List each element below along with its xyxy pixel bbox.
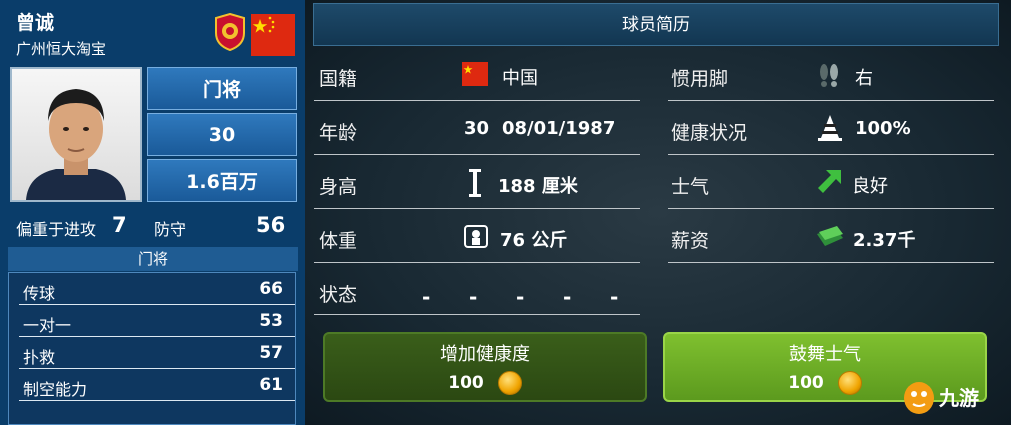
foot-label: 惯用脚 [671,68,729,90]
attack-defense-row: 偏重于进攻 7 防守 56 [8,206,298,244]
height-icon [469,169,481,197]
position-button[interactable]: 门将 [147,67,297,110]
increase-health-button[interactable]: 增加健康度 100 [323,332,647,402]
list-item: 制空能力 61 [19,371,295,401]
stat-label: 一对一 [23,316,72,335]
list-item: 一对一 53 [19,307,295,337]
stat-value: 57 [259,343,283,363]
divider [668,100,994,101]
footprints-icon [820,64,838,87]
coin-icon [837,370,862,395]
club-crest-icon [215,13,245,51]
stat-value: 66 [259,279,283,299]
health-value: 100% [855,118,911,139]
china-flag-icon [251,14,295,56]
stat-label: 传球 [23,284,56,303]
attack-value: 7 [112,213,127,237]
height-value: 188 厘米 [498,176,578,197]
divider [668,208,994,209]
foot-value: 右 [855,68,873,89]
cost-value: 100 [788,372,824,393]
stat-value: 53 [259,311,283,331]
divider [314,154,640,155]
stats-list: 传球 66 一对一 53 扑救 57 制空能力 61 [8,272,296,425]
china-flag-icon [462,62,488,86]
morale-value: 良好 [852,176,888,197]
defense-value: 56 [256,213,286,237]
status-dash: - [610,285,619,309]
player-name: 曾诚 [16,12,55,34]
age-value: 30 [464,118,490,139]
salary-label: 薪资 [671,230,710,252]
profile-title: 球员简历 [313,3,999,46]
coin-icon [497,370,522,395]
boost-morale-label: 鼓舞士气 [789,343,861,365]
player-portrait [10,67,142,202]
stat-label: 制空能力 [23,380,88,399]
watermark-text: 九游 [939,386,979,410]
cash-icon [817,226,843,246]
age-button[interactable]: 30 [147,113,297,156]
salary-value: 2.37千 [853,230,916,251]
divider [314,100,640,101]
watermark-logo: 九游 [901,376,1001,416]
list-item: 扑救 57 [19,339,295,369]
boost-morale-cost: 100 [788,370,862,395]
defense-label: 防守 [154,220,187,239]
list-item: 传球 66 [19,275,295,305]
increase-health-label: 增加健康度 [440,343,530,365]
status-dash: - [516,285,525,309]
nationality-label: 国籍 [319,68,358,90]
status-dash: - [422,285,431,309]
cone-icon [818,115,842,141]
weight-label: 体重 [319,230,358,252]
divider [668,262,994,263]
stat-label: 扑救 [23,348,56,367]
cost-value: 100 [448,372,484,393]
attack-label: 偏重于进攻 [16,220,97,239]
height-label: 身高 [319,176,358,198]
stat-value: 61 [259,375,283,395]
nationality-value: 中国 [502,68,538,89]
divider [314,314,640,315]
increase-health-cost: 100 [448,370,522,395]
dob-value: 08/01/1987 [502,118,616,139]
nine-game-logo-icon [904,382,934,414]
player-club: 广州恒大淘宝 [16,40,107,58]
status-dash: - [563,285,572,309]
role-label: 门将 [8,247,298,271]
health-label: 健康状况 [671,122,748,144]
morale-up-arrow-icon [818,170,841,193]
morale-label: 士气 [671,176,710,198]
age-label: 年龄 [319,122,358,144]
value-button[interactable]: 1.6百万 [147,159,297,202]
weight-value: 76 公斤 [500,230,568,251]
status-label: 状态 [319,284,358,306]
status-dash: - [469,285,478,309]
divider [314,262,640,263]
weight-icon [464,225,488,248]
divider [314,208,640,209]
divider [668,154,994,155]
